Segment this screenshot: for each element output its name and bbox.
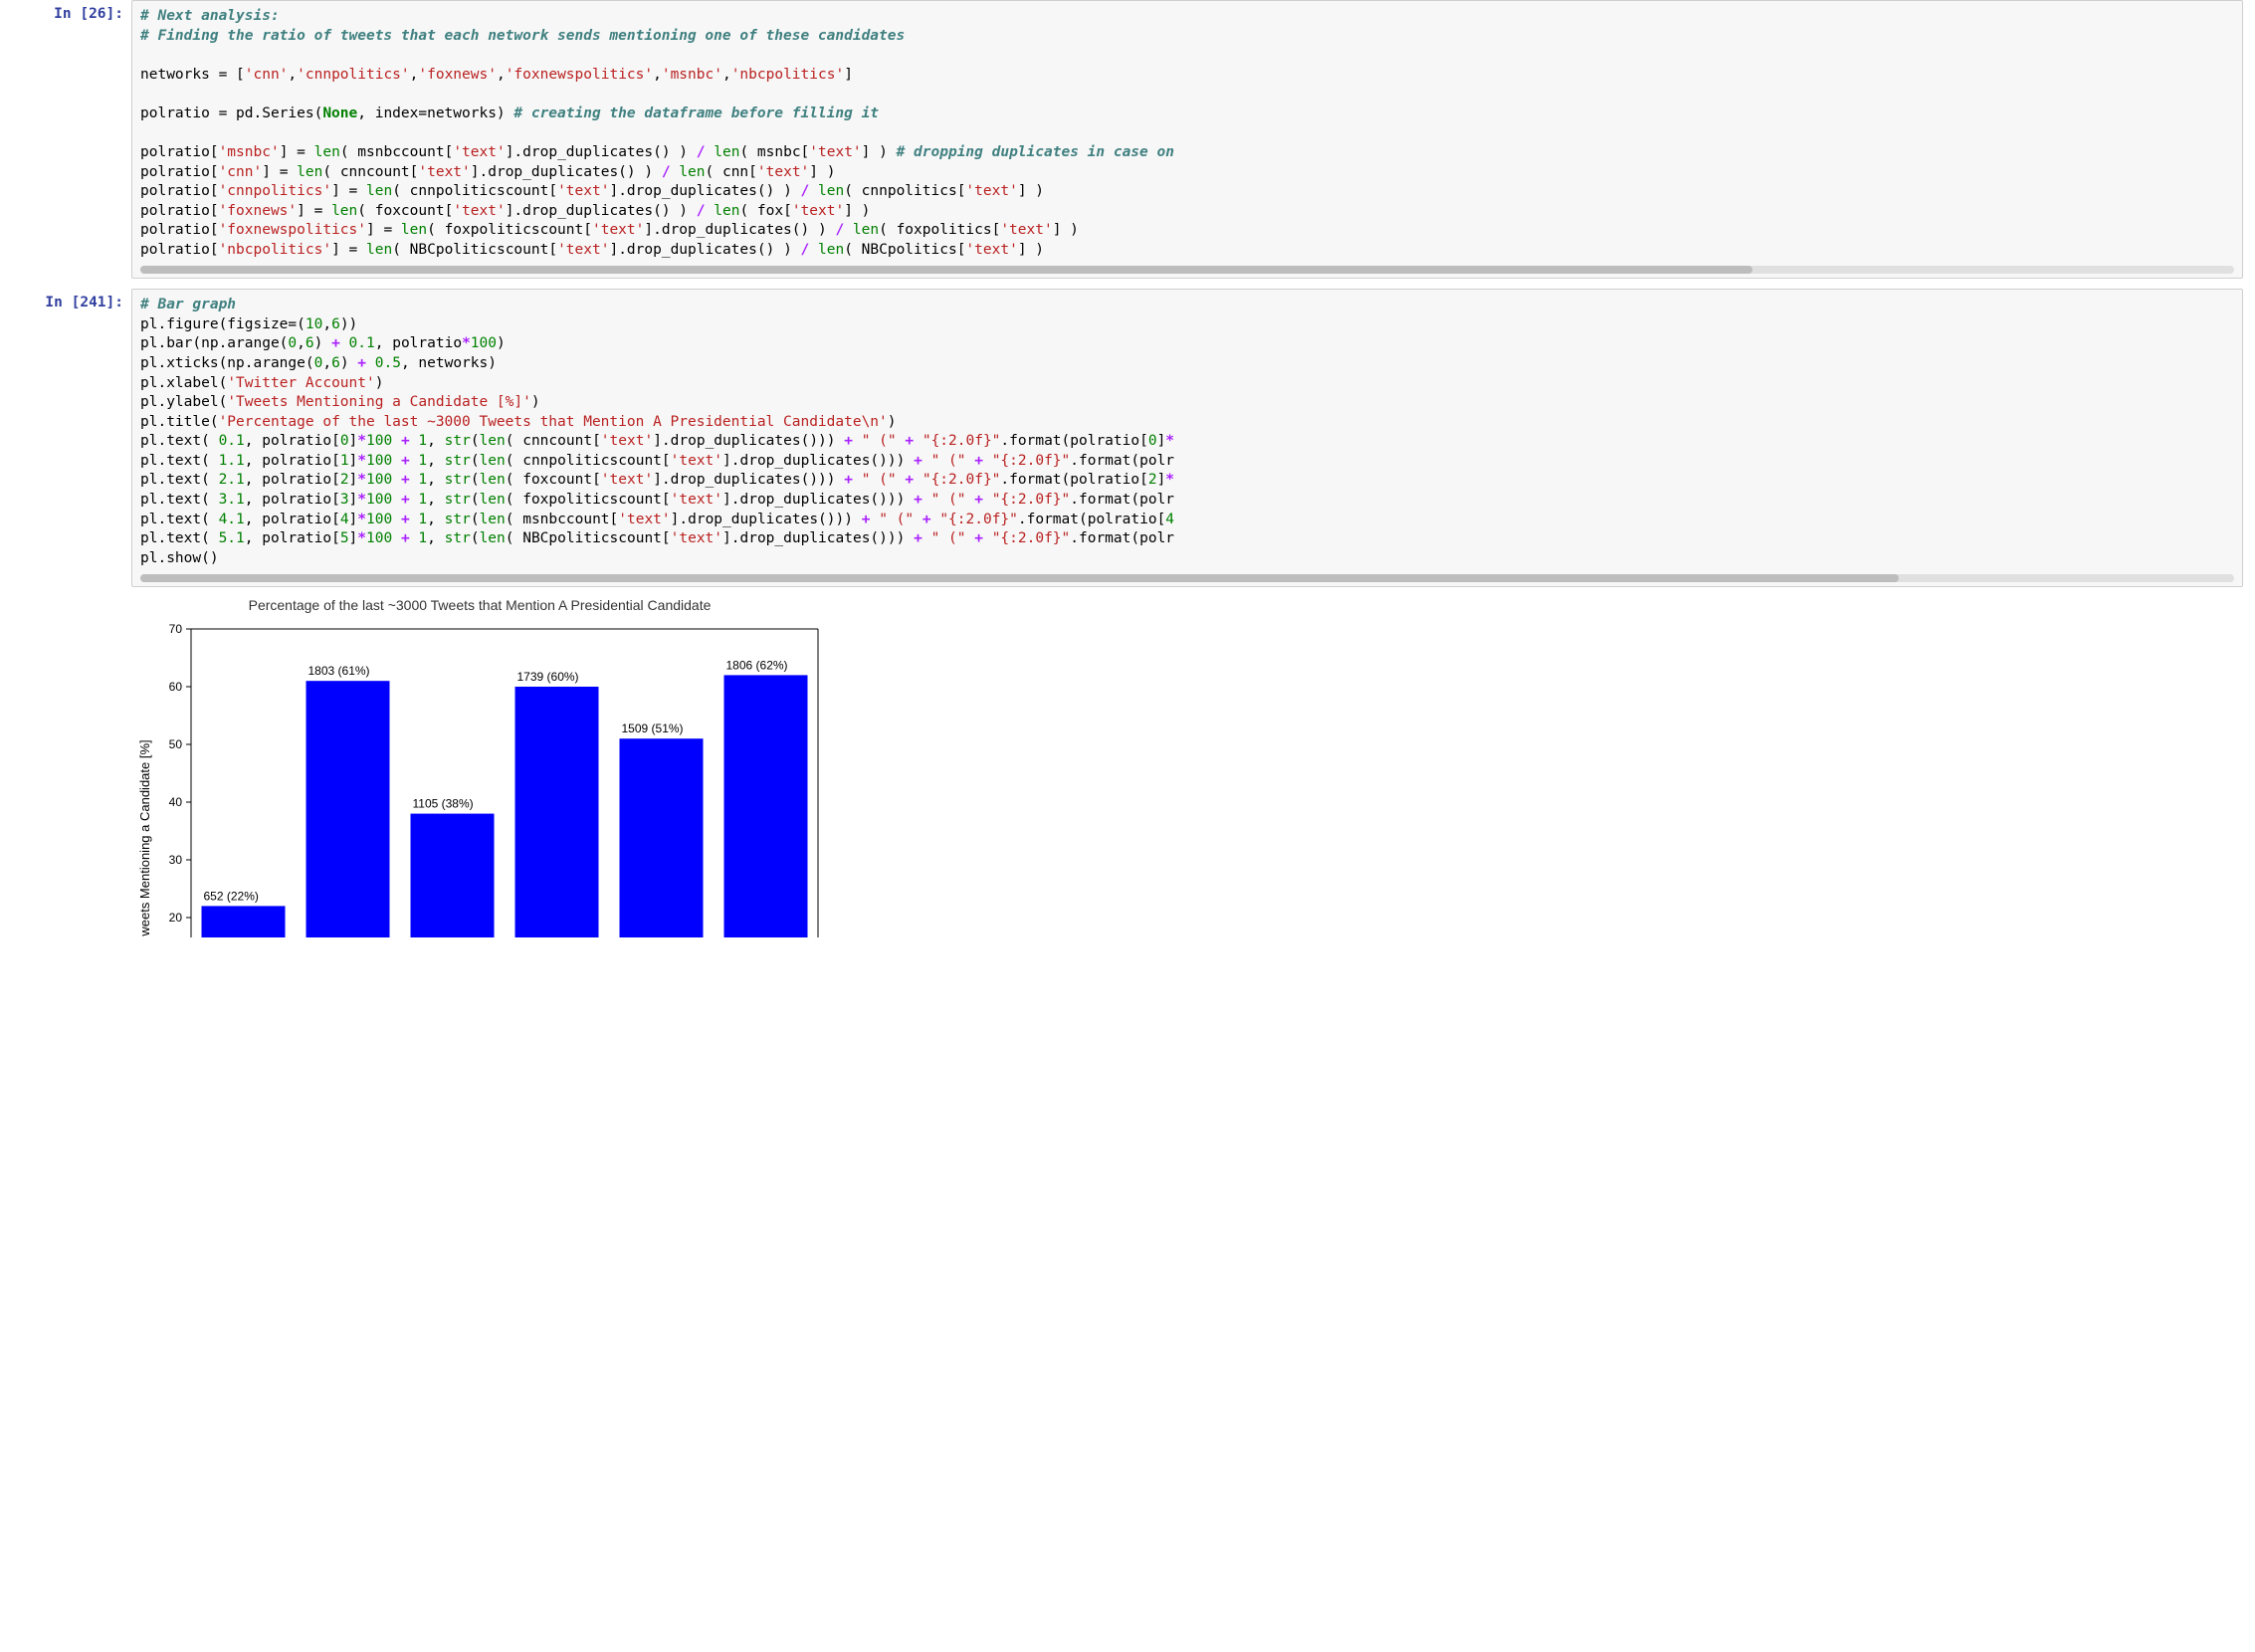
scrollbar-thumb[interactable] [140, 266, 1752, 274]
code-input-area[interactable]: # Next analysis: # Finding the ratio of … [131, 0, 2243, 279]
svg-text:70: 70 [169, 622, 183, 636]
svg-text:1105 (38%): 1105 (38%) [413, 797, 474, 811]
chart-title: Percentage of the last ~3000 Tweets that… [131, 597, 828, 613]
svg-text:20: 20 [169, 911, 183, 925]
svg-text:30: 30 [169, 853, 183, 867]
code-input-area[interactable]: # Bar graph pl.figure(figsize=(10,6)) pl… [131, 289, 2243, 587]
code-text[interactable]: # Bar graph pl.figure(figsize=(10,6)) pl… [140, 296, 2234, 568]
svg-text:652 (22%): 652 (22%) [204, 890, 259, 904]
code-cell-241: In [241]: # Bar graph pl.figure(figsize=… [12, 289, 2243, 587]
cell-prompt: In [241]: [12, 289, 131, 587]
output-prompt [12, 597, 131, 937]
cell-output: Percentage of the last ~3000 Tweets that… [12, 597, 2243, 937]
cell-prompt: In [26]: [12, 0, 131, 279]
svg-text:1509 (51%): 1509 (51%) [622, 722, 684, 735]
scrollbar-thumb[interactable] [140, 574, 1899, 582]
code-text[interactable]: # Next analysis: # Finding the ratio of … [140, 7, 2234, 260]
svg-text:50: 50 [169, 737, 183, 751]
svg-text:40: 40 [169, 795, 183, 809]
chart-output: Percentage of the last ~3000 Tweets that… [131, 597, 828, 937]
code-cell-26: In [26]: # Next analysis: # Finding the … [12, 0, 2243, 279]
horizontal-scrollbar[interactable] [140, 574, 2234, 582]
svg-text:1739 (60%): 1739 (60%) [517, 670, 579, 684]
svg-text:1803 (61%): 1803 (61%) [308, 664, 370, 678]
horizontal-scrollbar[interactable] [140, 266, 2234, 274]
svg-text:60: 60 [169, 680, 183, 694]
bar-chart: 20 30 40 50 60 70 weets Mentioning a Candidate… [131, 619, 828, 937]
svg-text:1806 (62%): 1806 (62%) [726, 659, 788, 673]
notebook: In [26]: # Next analysis: # Finding the … [0, 0, 2255, 949]
svg-text:weets Mentioning a Candidate [: weets Mentioning a Candidate [%] [137, 740, 152, 937]
